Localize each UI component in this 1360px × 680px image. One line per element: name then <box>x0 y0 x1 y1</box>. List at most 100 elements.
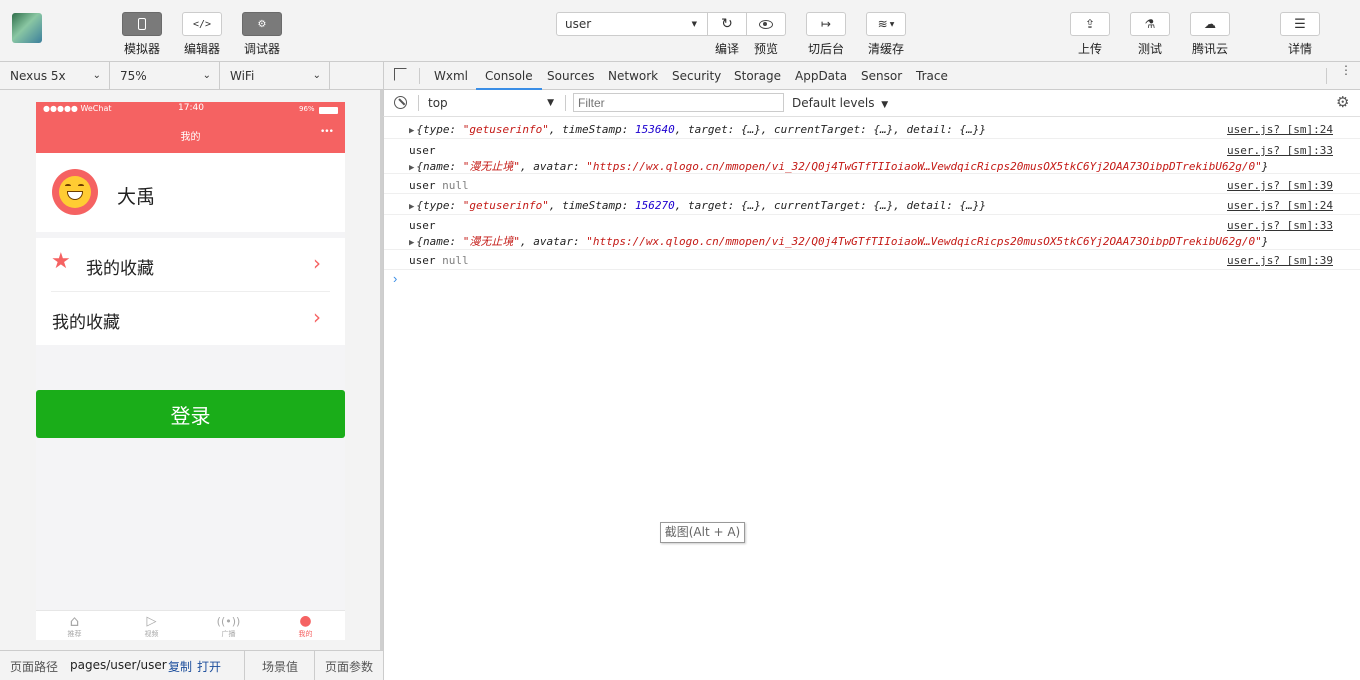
user-name: 大禹 <box>117 186 156 208</box>
menu-item-favorites[interactable]: ★ 我的收藏 › <box>36 238 345 292</box>
event-timestamp: 153640 <box>634 123 675 136</box>
open-link[interactable]: 打开 <box>197 658 221 675</box>
broadcast-icon: ((•)) <box>216 615 241 628</box>
tab-label: 我的 <box>298 630 313 638</box>
console-row: ▶ {type: "getuserinfo", timeStamp: 156270… <box>384 194 1360 215</box>
tab-label: 视频 <box>144 630 159 638</box>
device-bar: Nexus 5x ⌄ 75% ⌄ WiFi ⌄ <box>0 62 383 90</box>
tab-storage[interactable]: Storage <box>734 62 781 90</box>
source-link[interactable]: user.js? [sm]:24 <box>1227 199 1333 212</box>
star-icon: ★ <box>51 249 71 274</box>
console-row: user ▶ {name: "漫无止境", avatar: "https://wx… <box>384 139 1360 174</box>
nav-title: 我的 <box>180 132 201 143</box>
null-value: null <box>442 179 469 192</box>
source-link[interactable]: user.js? [sm]:33 <box>1227 219 1333 232</box>
device-select[interactable]: Nexus 5x ⌄ <box>0 62 110 90</box>
console-message[interactable]: ▶ {name: "漫无止境", avatar: "https://wx.qlog… <box>409 158 1268 174</box>
tab-sensor[interactable]: Sensor <box>861 62 902 90</box>
clear-cache-button[interactable]: ≋ ▼ <box>866 12 906 36</box>
compile-button[interactable]: ↻ <box>707 12 747 36</box>
tab-trace[interactable]: Trace <box>916 62 948 90</box>
source-link[interactable]: user.js? [sm]:33 <box>1227 144 1333 157</box>
debugger-toggle-button[interactable]: ⚙ <box>242 12 282 36</box>
more-options-icon[interactable]: ⋮ <box>1340 64 1352 76</box>
profile-card: 大禹 <box>36 153 345 232</box>
tab-appdata[interactable]: AppData <box>795 62 847 90</box>
details-button[interactable]: ☰ <box>1280 12 1320 36</box>
cloud-icon: ☁ <box>1204 17 1216 31</box>
console-message[interactable]: ▶ {type: "getuserinfo", timeStamp: 153640… <box>409 123 986 136</box>
tab-separator <box>565 95 566 111</box>
console-message[interactable]: ▶ {name: "漫无止境", avatar: "https://wx.qlog… <box>409 233 1268 249</box>
clear-console-icon[interactable] <box>394 96 407 109</box>
compile-mode-value: user <box>565 17 592 31</box>
avatar-url-value: "https://wx.qlogo.cn/mmopen/vi_32/Q0j4Tw… <box>586 235 1262 248</box>
source-link[interactable]: user.js? [sm]:39 <box>1227 179 1333 192</box>
chevron-right-icon: › <box>313 251 321 275</box>
expand-triangle-icon[interactable]: ▶ <box>409 126 414 136</box>
tab-sources[interactable]: Sources <box>547 62 594 90</box>
tab-console[interactable]: Console <box>476 62 542 90</box>
editor-toggle-button[interactable]: </> <box>182 12 222 36</box>
context-value: top <box>428 96 448 110</box>
event-type: "getuserinfo" <box>462 123 549 136</box>
tab-broadcast[interactable]: ((•)) 广播 <box>190 611 267 640</box>
source-link[interactable]: user.js? [sm]:39 <box>1227 254 1333 267</box>
context-select[interactable]: top ▼ <box>428 90 558 117</box>
menu-item-favorites-2[interactable]: 我的收藏 › <box>36 292 345 345</box>
inspect-element-icon[interactable] <box>394 68 407 81</box>
console-label: user <box>409 254 436 267</box>
console-prompt-icon[interactable]: › <box>393 271 397 286</box>
preview-label: 预览 <box>753 42 778 56</box>
event-type: "getuserinfo" <box>462 199 549 212</box>
scene-button[interactable]: 场景值 <box>262 658 298 675</box>
expand-triangle-icon[interactable]: ▶ <box>409 202 414 212</box>
tab-separator <box>418 95 419 111</box>
preview-button[interactable] <box>746 12 786 36</box>
null-value: null <box>442 254 469 267</box>
console-label: user <box>409 219 436 232</box>
home-icon: ⌂ <box>69 612 80 630</box>
play-icon: ▷ <box>146 614 157 629</box>
copy-link[interactable]: 复制 <box>168 658 192 675</box>
test-button[interactable]: ⚗ <box>1130 12 1170 36</box>
zoom-select[interactable]: 75% ⌄ <box>110 62 220 90</box>
tencent-cloud-button[interactable]: ☁ <box>1190 12 1230 36</box>
switch-background-icon: ↦ <box>820 17 832 31</box>
tencent-cloud-label: 腾讯云 <box>1191 42 1228 56</box>
event-timestamp: 156270 <box>634 199 675 212</box>
login-button[interactable]: 登录 <box>36 390 345 438</box>
avatar[interactable] <box>52 169 98 215</box>
app-avatar[interactable] <box>12 13 42 43</box>
compile-mode-select[interactable]: user ▼ <box>556 12 708 36</box>
log-levels-select[interactable]: Default levels ▼ <box>792 90 888 117</box>
settings-gear-icon[interactable]: ⚙ <box>1336 93 1349 111</box>
console-message: user null <box>409 179 469 192</box>
console-label: user <box>409 179 436 192</box>
simulator-toggle-button[interactable] <box>122 12 162 36</box>
network-select[interactable]: WiFi ⌄ <box>220 62 330 90</box>
path-value: pages/user/user <box>70 658 167 672</box>
device-value: Nexus 5x <box>10 69 66 83</box>
expand-triangle-icon[interactable]: ▶ <box>409 163 414 173</box>
tab-network[interactable]: Network <box>608 62 658 90</box>
upload-button[interactable]: ⇪ <box>1070 12 1110 36</box>
tab-recommend[interactable]: ⌂ 推荐 <box>36 611 113 640</box>
expand-triangle-icon[interactable]: ▶ <box>409 238 414 248</box>
refresh-icon: ↻ <box>721 16 733 32</box>
filter-input[interactable] <box>573 93 784 112</box>
main-toolbar: 模拟器 </> 编辑器 ⚙ 调试器 user ▼ ↻ 编译 预览 ↦ 切后台 ≋… <box>0 0 1360 62</box>
console-message[interactable]: ▶ {type: "getuserinfo", timeStamp: 156270… <box>409 199 986 212</box>
chevron-down-icon: ⌄ <box>92 70 101 81</box>
tab-mine[interactable]: ● 我的 <box>267 611 344 640</box>
user-name-value: "漫无止境" <box>462 235 521 248</box>
tab-video[interactable]: ▷ 视频 <box>113 611 190 640</box>
caret-down-icon: ▼ <box>691 20 697 28</box>
background-button[interactable]: ↦ <box>806 12 846 36</box>
tab-security[interactable]: Security <box>672 62 721 90</box>
source-link[interactable]: user.js? [sm]:24 <box>1227 123 1333 136</box>
more-icon[interactable]: ••• <box>320 127 334 137</box>
tab-wxml[interactable]: Wxml <box>434 62 468 90</box>
params-button[interactable]: 页面参数 <box>325 658 373 675</box>
footer-divider <box>244 651 245 680</box>
